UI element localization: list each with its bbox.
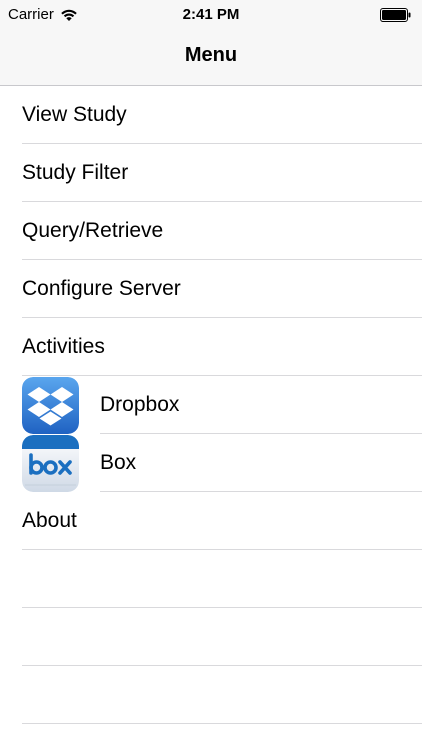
menu-item-label: Query/Retrieve [22,219,164,242]
menu-item-label: Dropbox [100,393,180,416]
navigation-bar: Carrier 2:41 PM Menu [0,0,422,86]
empty-row [0,666,422,724]
menu-item-box[interactable]: Box [0,434,422,492]
menu-item-label: Activities [22,335,105,358]
battery-icon [380,8,411,22]
menu-item-activities[interactable]: Activities [0,318,422,376]
menu-item-label: View Study [22,103,127,126]
menu-item-label: Configure Server [22,277,181,300]
menu-item-query-retrieve[interactable]: Query/Retrieve [0,202,422,260]
status-time: 2:41 PM [182,6,240,23]
menu-item-study-filter[interactable]: Study Filter [0,144,422,202]
dropbox-icon [22,377,79,434]
menu-item-label: About [22,509,77,532]
menu-item-dropbox[interactable]: Dropbox [0,376,422,434]
menu-item-label: Box [100,451,137,474]
page-title: Menu [184,44,238,66]
menu-item-about[interactable]: About [0,492,422,550]
menu-list: View Study Study Filter Query/Retrieve C… [0,86,422,724]
empty-row [0,608,422,666]
status-bar: Carrier 2:41 PM [0,0,422,32]
menu-item-label: Study Filter [22,161,129,184]
menu-item-configure-server[interactable]: Configure Server [0,260,422,318]
menu-item-view-study[interactable]: View Study [0,86,422,144]
box-icon [22,435,79,492]
empty-row [0,550,422,608]
